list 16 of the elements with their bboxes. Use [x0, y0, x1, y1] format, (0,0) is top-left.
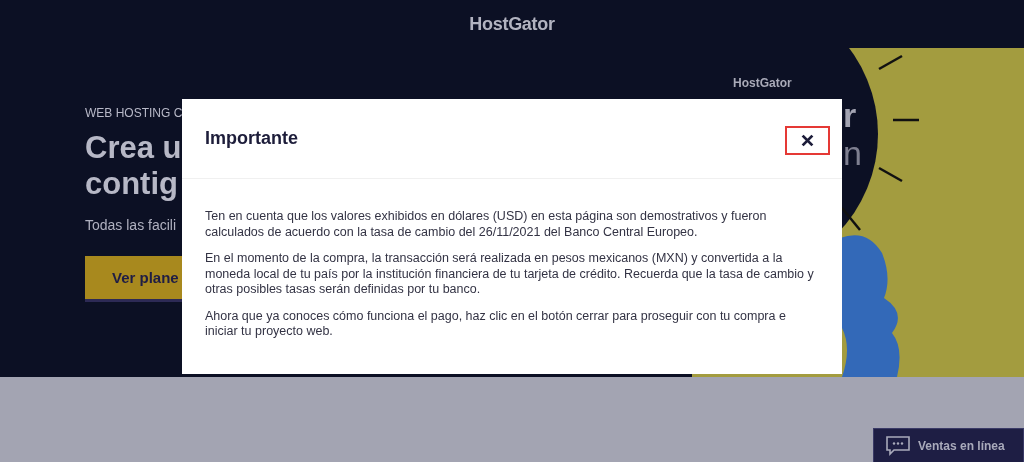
hero-subtitle: Todas las facili: [85, 217, 177, 233]
close-icon: [801, 134, 814, 147]
modal-paragraph: Ten en cuenta que los valores exhibidos en dólares (USD) en esta página son demostrativos y fueron calculados de acuerdo con la tasa de cambio del 26/11/2021 del Banco Central Europeo.: [205, 209, 768, 240]
modal-paragraph: En el momento de la compra, la transacción será realizada en pesos mexicanos (MXN) y convertida a la moneda local de tu país por la institución financiera de tu tarjeta de crédito. Recuerda que la tasa de cambio y otras posibles tasas serán definidas por tu banco.: [205, 251, 815, 298]
chat-icon: [886, 435, 910, 456]
hero-eyebrow: WEB HOSTING C: [85, 106, 183, 120]
heading-fragment: r: [843, 96, 858, 134]
hero-heading: Crea u: [85, 130, 182, 166]
modal-title: Importante: [205, 128, 298, 149]
illustration-logo: HostGator: [733, 76, 792, 90]
site-logo[interactable]: HostGator: [469, 13, 555, 35]
heading-fragment: n: [843, 134, 862, 172]
chat-button[interactable]: Ventas en línea: [873, 428, 1024, 462]
close-button[interactable]: [785, 126, 830, 155]
modal-paragraph: Ahora que ya conoces cómo funciona el pago, haz clic en el botón cerrar para proseguir con tu compra e iniciar tu proyecto web.: [205, 308, 787, 340]
hero-heading: contig: [85, 166, 179, 202]
